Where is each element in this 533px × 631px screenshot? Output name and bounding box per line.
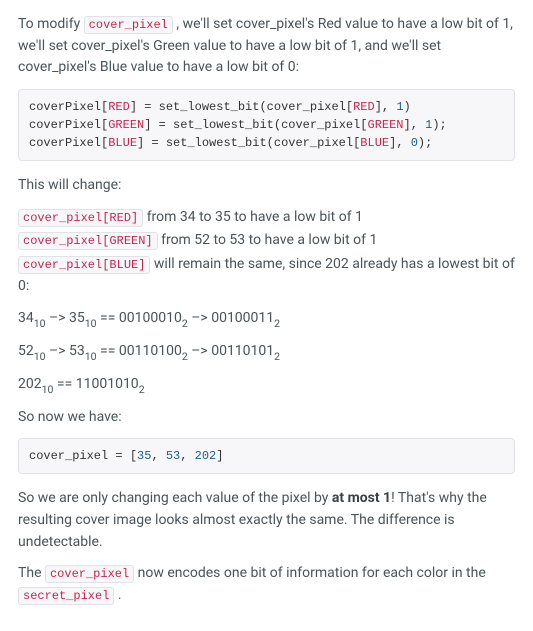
change-heading: This will change:	[18, 175, 515, 197]
inline-code-channel: cover_pixel[GREEN]	[18, 232, 158, 250]
change-list: cover_pixel[RED] from 34 to 35 to have a…	[18, 207, 515, 298]
bit-conversion-line: 20210 == 110010102	[18, 374, 515, 397]
text: .	[114, 587, 121, 603]
bit-conversion-line: 3410 –> 3510 == 001000102 –> 001000112	[18, 308, 515, 331]
intro-paragraph: To modify cover_pixel , we'll set cover_…	[18, 14, 515, 79]
text: from 34 to 35 to have a low bit of 1	[143, 209, 363, 225]
text: now encodes one bit of information for e…	[134, 565, 486, 581]
paragraph-at-most-1: So we are only changing each value of th…	[18, 488, 515, 553]
inline-code-cover-pixel: cover_pixel	[45, 565, 134, 583]
inline-code-cover-pixel: cover_pixel	[84, 16, 173, 34]
text: So we are only changing each value of th…	[18, 490, 332, 506]
paragraph-encodes: The cover_pixel now encodes one bit of i…	[18, 563, 515, 606]
code-block-cover-pixel-result: cover_pixel = [35, 53, 202]	[18, 438, 515, 474]
text: The	[18, 565, 45, 581]
inline-code-secret-pixel: secret_pixel	[18, 587, 114, 605]
text: To modify	[18, 16, 84, 32]
change-line: cover_pixel[BLUE] will remain the same, …	[18, 254, 515, 297]
text: from 52 to 53 to have a low bit of 1	[158, 232, 378, 248]
bit-conversion-line: 5210 –> 5310 == 001101002 –> 001101012	[18, 341, 515, 364]
code-block-set-lowest-bit: coverPixel[RED] = set_lowest_bit(cover_p…	[18, 89, 515, 161]
inline-code-channel: cover_pixel[BLUE]	[18, 256, 150, 274]
change-line: cover_pixel[GREEN] from 52 to 53 to have…	[18, 230, 515, 252]
emphasis-at-most-1: at most 1	[332, 490, 391, 506]
so-now-heading: So now we have:	[18, 407, 515, 429]
change-line: cover_pixel[RED] from 34 to 35 to have a…	[18, 207, 515, 229]
inline-code-channel: cover_pixel[RED]	[18, 209, 143, 227]
